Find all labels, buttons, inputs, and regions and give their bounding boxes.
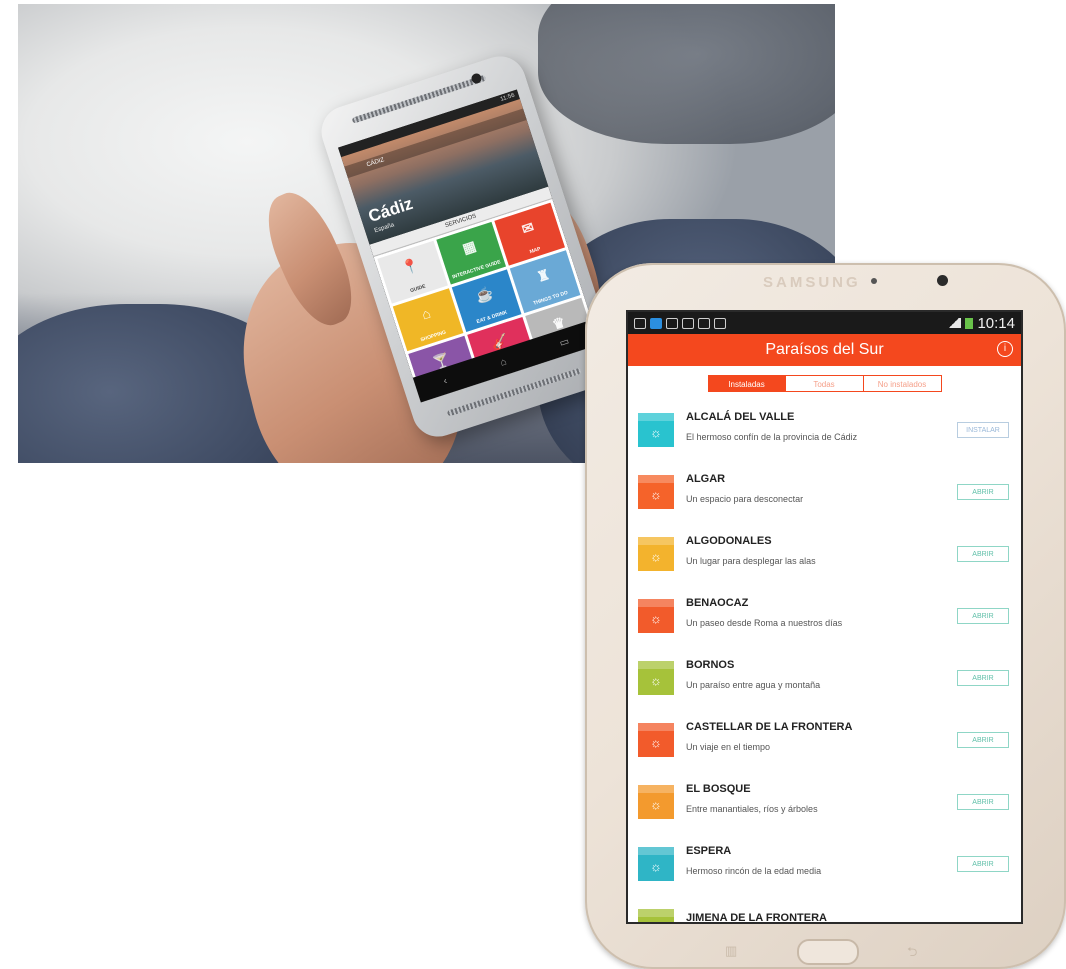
status-time: 10:14 (977, 314, 1015, 332)
list-item[interactable]: ☼ ESPERA Hermoso rincón de la edad media… (638, 833, 1011, 895)
background-jacket (538, 4, 835, 144)
town-description: Un paraíso entre agua y montaña (686, 679, 821, 690)
town-description: Un lugar para desplegar las alas (686, 555, 816, 566)
town-thumbnail: ☼ (638, 475, 674, 509)
tablet-status-bar: 10:14 (628, 312, 1021, 334)
sun-icon: ☼ (650, 859, 662, 874)
tablet-screen: 10:14 Paraísos del Sur i Instaladas Todas… (628, 312, 1021, 922)
open-button[interactable]: ABRIR (957, 794, 1009, 810)
list-item[interactable]: ☼ CASTELLAR DE LA FRONTERA Un viaje en e… (638, 709, 1011, 771)
town-thumbnail: ☼ (638, 599, 674, 633)
tablet-sensor (871, 278, 877, 284)
town-name: BENAOCAZ (686, 596, 749, 609)
tile-label: GUIDE (409, 283, 427, 295)
town-description: El hermoso confín de la provincia de Cád… (686, 431, 858, 442)
town-name: JIMENA DE LA FRONTERA (686, 911, 827, 923)
tile-label: MAP (528, 246, 542, 256)
signal-icon (947, 318, 962, 328)
open-button[interactable]: ABRIR (957, 732, 1009, 748)
sun-icon: ☼ (650, 425, 662, 440)
tile-icon: ▦ (460, 237, 478, 257)
mail-icon (666, 317, 678, 329)
town-name: ALGODONALES (686, 534, 772, 547)
list-item[interactable]: ☼ ALGODONALES Un lugar para desplegar la… (638, 523, 1011, 585)
recent-apps-icon[interactable]: ▭ (558, 336, 570, 349)
download-icon (714, 317, 726, 329)
list-item[interactable]: ☼ BENAOCAZ Un paseo desde Roma a nuestro… (638, 585, 1011, 647)
clipboard-icon (698, 317, 710, 329)
sun-icon: ☼ (650, 611, 662, 626)
open-button[interactable]: ABRIR (957, 608, 1009, 624)
town-thumbnail: ☼ (638, 847, 674, 881)
town-thumbnail: ☼ (638, 909, 674, 922)
tablet-device: SAMSUNG 10:14 Paraísos del Sur i Instala… (585, 263, 1066, 969)
home-icon[interactable]: ⌂ (499, 356, 508, 368)
tablet-camera (937, 275, 948, 286)
town-name: ALCALÁ DEL VALLE (686, 410, 795, 423)
home-button[interactable] (797, 939, 859, 965)
list-item[interactable]: ☼ JIMENA DE LA FRONTERA (638, 895, 1011, 922)
town-name: CASTELLAR DE LA FRONTERA (686, 720, 853, 733)
info-icon[interactable]: i (997, 341, 1013, 357)
tile-icon: ♜ (534, 265, 552, 286)
town-description: Un paseo desde Roma a nuestros días (686, 617, 843, 628)
tab-no-instalados[interactable]: No instalados (863, 375, 942, 392)
sun-icon: ☼ (650, 549, 662, 564)
town-name: EL BOSQUE (686, 782, 751, 795)
open-button[interactable]: ABRIR (957, 856, 1009, 872)
back-key-icon[interactable]: ⮌ (907, 943, 917, 965)
tile-label: SHOPPING (419, 329, 447, 344)
town-thumbnail: ☼ (638, 413, 674, 447)
tile-icon: ☕ (473, 284, 496, 305)
town-description: Un viaje en el tiempo (686, 741, 771, 752)
app-notification-icon (650, 317, 662, 329)
open-button[interactable]: ABRIR (957, 546, 1009, 562)
sun-icon: ☼ (650, 673, 662, 688)
sun-icon: ☼ (650, 735, 662, 750)
tile-icon: ✉ (519, 218, 536, 238)
back-icon[interactable]: ‹ (442, 375, 449, 386)
app-title: Paraísos del Sur (765, 341, 884, 358)
tab-instaladas[interactable]: Instaladas (707, 375, 786, 392)
list-item[interactable]: ☼ ALGAR Un espacio para desconectar ABRI… (638, 461, 1011, 523)
town-thumbnail: ☼ (638, 785, 674, 819)
list-item[interactable]: ☼ ALCALÁ DEL VALLE El hermoso confín de … (638, 399, 1011, 461)
tile-icon: ⌂ (419, 304, 433, 323)
town-description: Un espacio para desconectar (686, 493, 804, 504)
sun-icon: ☼ (650, 797, 662, 812)
app-bar: Paraísos del Sur i (628, 334, 1021, 366)
menu-key-icon[interactable]: ▥ (725, 943, 737, 959)
sync-icon (682, 317, 694, 329)
town-list: ☼ ALCALÁ DEL VALLE El hermoso confín de … (628, 399, 1021, 922)
list-item[interactable]: ☼ BORNOS Un paraíso entre agua y montaña… (638, 647, 1011, 709)
battery-icon (965, 317, 974, 329)
tile-icon: 📍 (399, 255, 422, 277)
town-name: ESPERA (686, 844, 732, 857)
town-thumbnail: ☼ (638, 723, 674, 757)
list-item[interactable]: ☼ EL BOSQUE Entre manantiales, ríos y ár… (638, 771, 1011, 833)
town-thumbnail: ☼ (638, 661, 674, 695)
filter-tabs: Instaladas Todas No instalados (628, 366, 1021, 399)
notification-icon (634, 317, 646, 329)
town-description: Entre manantiales, ríos y árboles (686, 803, 818, 814)
town-name: BORNOS (686, 658, 735, 671)
install-button[interactable]: INSTALAR (957, 422, 1009, 438)
open-button[interactable]: ABRIR (957, 484, 1009, 500)
tablet-brand-logo: SAMSUNG (763, 274, 861, 291)
sun-icon: ☼ (650, 487, 662, 502)
town-name: ALGAR (686, 472, 726, 485)
open-button[interactable]: ABRIR (957, 670, 1009, 686)
town-thumbnail: ☼ (638, 537, 674, 571)
sun-icon: ☼ (638, 921, 674, 922)
town-description: Hermoso rincón de la edad media (686, 865, 822, 876)
tab-todas[interactable]: Todas (785, 375, 864, 392)
